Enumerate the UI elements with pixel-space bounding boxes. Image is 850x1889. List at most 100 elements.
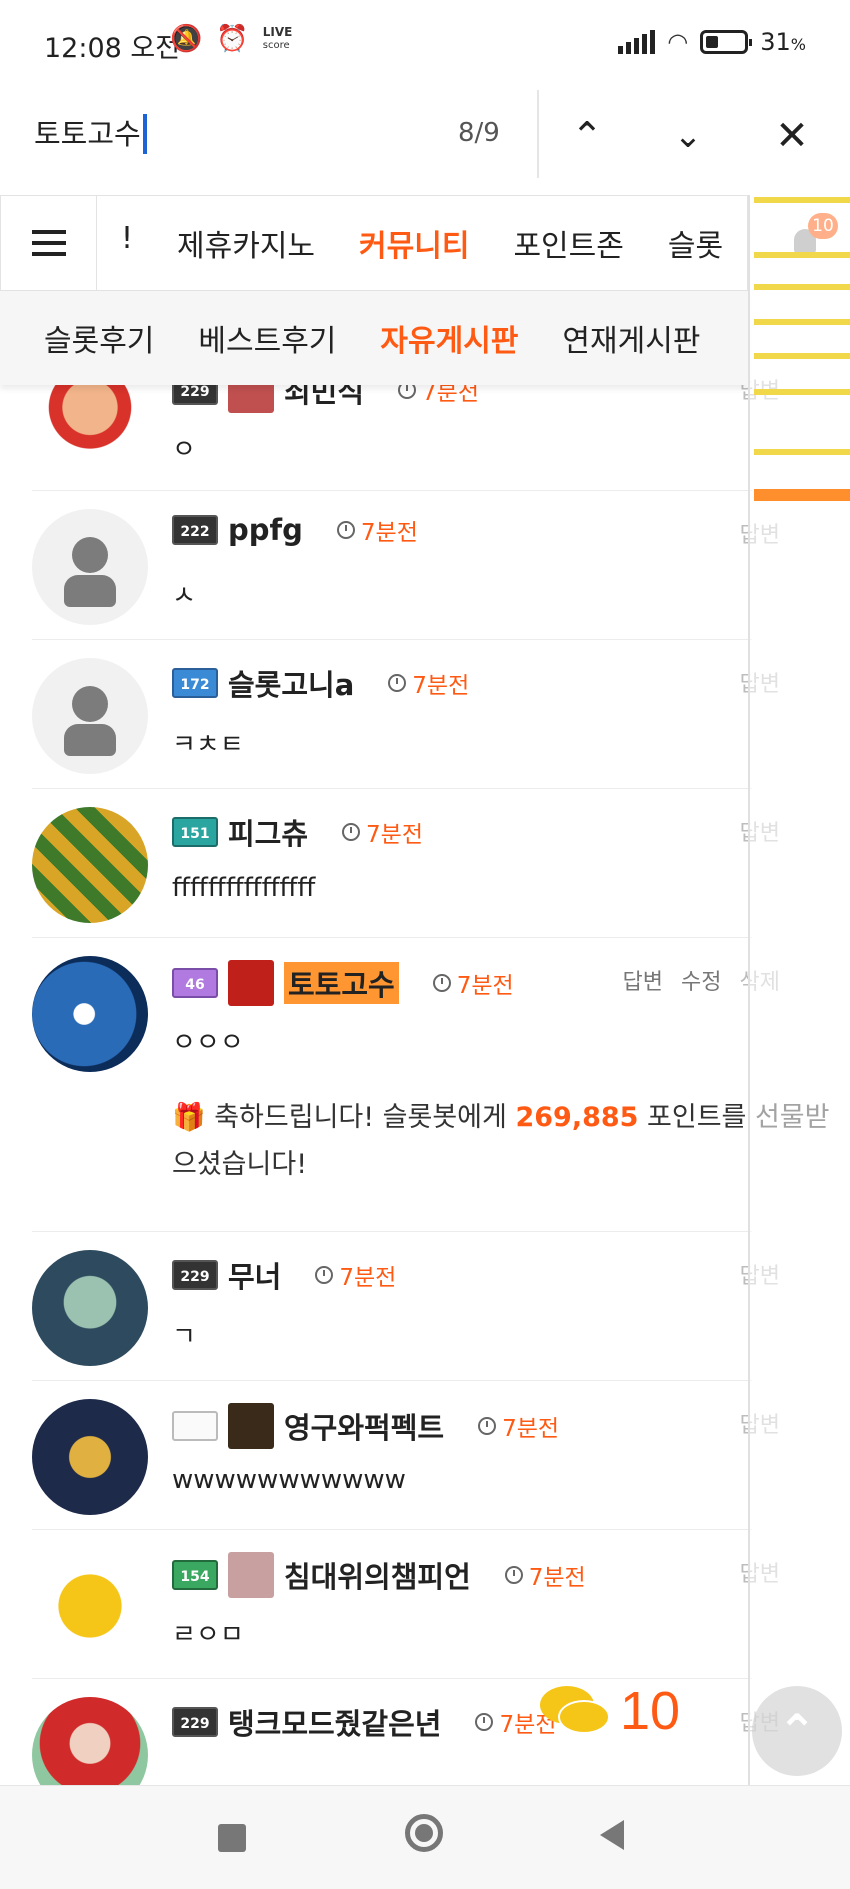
find-match-marker: [754, 319, 850, 325]
gift-icon: 🎁: [172, 1102, 206, 1133]
hamburger-icon[interactable]: [1, 196, 97, 290]
find-close-button[interactable]: ✕: [760, 104, 824, 168]
comment-nickname[interactable]: ppfg: [228, 513, 303, 547]
comment-text: ㅅ: [172, 581, 196, 611]
comment-nickname[interactable]: 피그츄: [228, 811, 308, 853]
alarm-icon: ⏰: [216, 24, 249, 54]
comment-item: 222 ppfg 7분전 답변 ㅅ: [32, 491, 780, 640]
edit-button[interactable]: 수정: [681, 964, 721, 996]
find-previous-button[interactable]: ⌃: [555, 104, 619, 168]
comment-time: 7분전: [504, 1558, 586, 1592]
comment-nickname[interactable]: 침대위의챔피언: [284, 1554, 471, 1596]
level-badge: 154: [172, 1560, 218, 1590]
comment-time-text: 7분전: [528, 1565, 586, 1591]
user-badge-image: [228, 1552, 274, 1598]
avatar[interactable]: [32, 658, 148, 774]
recents-button[interactable]: [218, 1824, 246, 1852]
find-match-scroll-markers[interactable]: 10: [748, 195, 850, 1785]
avatar[interactable]: [32, 1697, 148, 1785]
level-badge: [172, 1411, 218, 1441]
live-score-line2: score: [262, 40, 290, 51]
find-match-count: 8/9: [458, 118, 500, 148]
clock-icon: [504, 1566, 523, 1584]
sub-nav-item[interactable]: 베스트후기: [198, 316, 336, 360]
comment-item: 영구와퍽펙트 7분전 답변 wwwwwwwwwww: [32, 1381, 780, 1530]
level-badge: 151: [172, 817, 218, 847]
signal-icon: [618, 30, 656, 54]
clock-icon: [342, 823, 361, 841]
arrow-up-icon: ⌃: [777, 1704, 817, 1758]
level-badge: 222: [172, 515, 218, 545]
main-nav-item[interactable]: !: [121, 221, 133, 265]
comment-text: ㅇㅇㅇ: [172, 1028, 244, 1058]
clock-icon: [388, 674, 407, 692]
comment-nickname[interactable]: 슬롯고니a: [228, 662, 354, 704]
avatar[interactable]: [32, 509, 148, 625]
chat-button[interactable]: 10: [540, 1680, 680, 1742]
comment-item: 229 쇠민식 7분전 답변 ㅇ: [32, 361, 780, 491]
comment-time-text: 7분전: [502, 1416, 560, 1442]
find-input[interactable]: 토토고수: [34, 114, 147, 154]
comment-time-text: 7분전: [360, 520, 418, 546]
circle-icon: [405, 1814, 443, 1852]
comment-item: 151 피그츄 7분전 답변 ffffffffffffffff: [32, 789, 780, 938]
comment-item: 154 침대위의챔피언 7분전 답변 ㄹㅇㅁ: [32, 1530, 780, 1679]
clock-icon: [336, 521, 355, 539]
find-next-button[interactable]: ⌄: [656, 104, 720, 168]
sub-nav-item[interactable]: 슬롯후기: [44, 316, 154, 360]
find-current-match-marker: [754, 489, 850, 501]
comment-time: 7분전: [478, 1409, 559, 1443]
home-button[interactable]: [405, 1814, 443, 1852]
avatar[interactable]: [32, 807, 148, 923]
back-button[interactable]: [600, 1820, 624, 1850]
comment-nickname-match[interactable]: 토토고수: [284, 962, 399, 1004]
main-nav-item-active[interactable]: 커뮤니티: [359, 221, 469, 265]
status-time: 12:08 오전: [44, 33, 181, 64]
avatar[interactable]: [32, 1250, 148, 1366]
comment-text: ㅋㅊㅌ: [172, 730, 244, 760]
avatar[interactable]: [32, 1399, 148, 1515]
main-nav-item[interactable]: 제휴카지노: [177, 221, 315, 265]
notice-text-pre: 축하드립니다! 슬롯봇에게: [214, 1102, 516, 1133]
comment-time: 7분전: [388, 666, 469, 700]
find-match-marker: [754, 449, 850, 455]
chat-count: 10: [620, 1681, 681, 1741]
chevron-down-icon: ⌄: [673, 116, 703, 156]
comment-nickname[interactable]: 탱크모드줬같은년: [228, 1701, 441, 1743]
notification-badge: 10: [808, 213, 838, 239]
comment-time-text: 7분전: [366, 822, 424, 848]
comment-text: ㅇ: [172, 435, 196, 465]
comment-nickname[interactable]: 영구와퍽펙트: [284, 1405, 444, 1447]
main-nav: ! 제휴카지노 커뮤니티 포인트존 슬롯: [0, 195, 748, 291]
sub-nav-item-active[interactable]: 자유게시판: [380, 316, 518, 360]
avatar[interactable]: [32, 956, 148, 1072]
find-divider: [537, 90, 539, 178]
comment-text: ㄱ: [172, 1322, 196, 1352]
comment-item: 229 무너 7분전 답변 ㄱ: [32, 1232, 780, 1381]
level-badge: 46: [172, 968, 218, 998]
level-badge: 172: [172, 668, 218, 698]
comment-list: 229 쇠민식 7분전 답변 ㅇ 222 ppfg 7분전 답변 ㅅ 172 슬…: [0, 361, 829, 1785]
reply-button[interactable]: 답변: [623, 964, 663, 996]
sub-nav: 슬롯후기 베스트후기 자유게시판 연재게시판: [0, 291, 748, 385]
comment-item: 172 슬롯고니a 7분전 답변 ㅋㅊㅌ: [32, 640, 780, 789]
comment-time-text: 7분전: [412, 673, 470, 699]
comment-item-highlighted: 46 토토고수 7분전 답변 수정 삭제 ㅇㅇㅇ 🎁 축하드립니다! 슬롯봇에게…: [32, 938, 829, 1232]
comment-time: 7분전: [342, 815, 423, 849]
battery-icon: [700, 30, 753, 54]
back-triangle-icon: [600, 1820, 624, 1850]
avatar[interactable]: [32, 1548, 148, 1664]
comment-text: ㄹㅇㅁ: [172, 1620, 244, 1650]
sub-nav-item[interactable]: 연재게시판: [562, 316, 700, 360]
scroll-top-button[interactable]: ⌃: [752, 1686, 842, 1776]
comment-text: ffffffffffffffff: [172, 873, 316, 903]
comment-time: 7분전: [336, 513, 418, 547]
close-icon: ✕: [775, 113, 809, 159]
comment-time: 7분전: [432, 966, 514, 1000]
main-nav-item[interactable]: 슬롯: [668, 221, 723, 265]
comment-time-text: 7분전: [339, 1265, 397, 1291]
user-badge-image: [228, 960, 274, 1006]
live-score-line1: LIVE: [262, 25, 293, 39]
comment-nickname[interactable]: 무너: [228, 1254, 281, 1296]
main-nav-item[interactable]: 포인트존: [513, 221, 623, 265]
